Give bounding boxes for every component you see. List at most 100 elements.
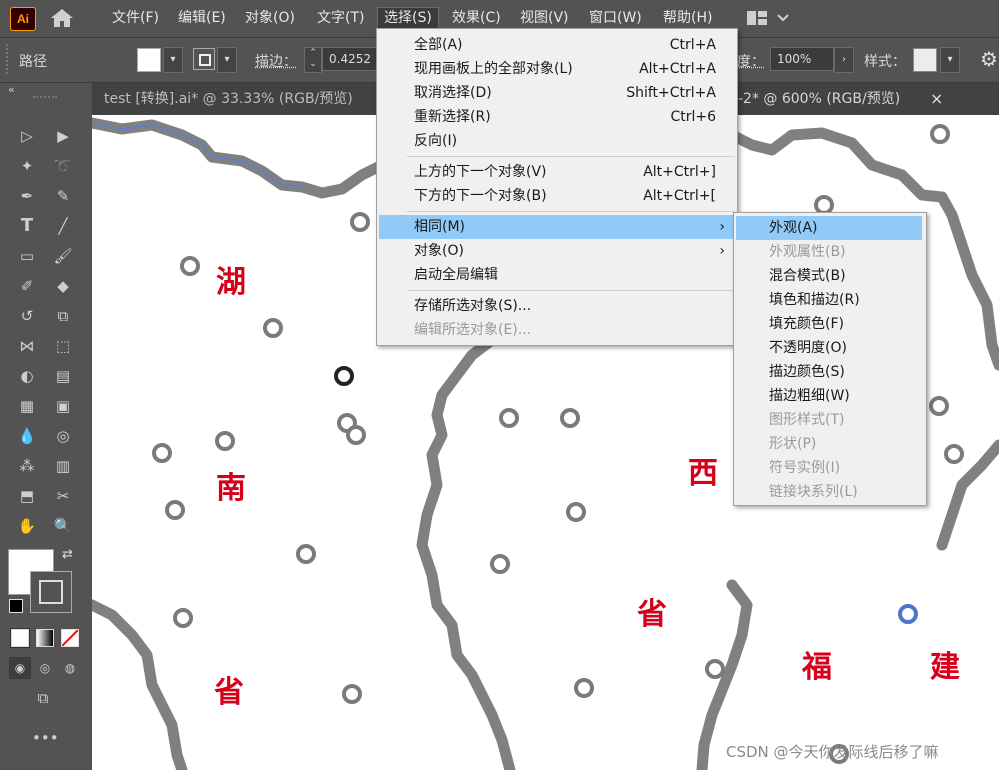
menu-file[interactable]: 文件(F): [106, 0, 165, 36]
scale-tool-icon[interactable]: ⧉: [52, 305, 74, 327]
city-marker[interactable]: [180, 256, 200, 276]
stroke-dropdown[interactable]: ▾: [217, 47, 237, 73]
opacity-arrow[interactable]: ›: [834, 47, 854, 73]
city-marker[interactable]: [263, 318, 283, 338]
paintbrush-icon[interactable]: 🖌: [52, 245, 74, 267]
artboard-tool-icon[interactable]: ⬒: [16, 485, 38, 507]
submenu-item-stroke-weight[interactable]: 描边粗细(W): [734, 384, 924, 408]
menu-item-next-object-above[interactable]: 上方的下一个对象(V) Alt+Ctrl+]: [377, 160, 737, 184]
city-marker[interactable]: [490, 554, 510, 574]
tab-document-2[interactable]: -2* @ 600% (RGB/预览): [738, 83, 900, 115]
province-label[interactable]: 湖: [216, 257, 246, 301]
draw-normal-icon[interactable]: ◉: [9, 657, 31, 679]
rotate-tool-icon[interactable]: ↺: [16, 305, 38, 327]
swap-fill-stroke-icon[interactable]: ⇄: [62, 547, 73, 562]
symbol-sprayer-icon[interactable]: ⁂: [16, 455, 38, 477]
menu-item-select-all-artboard[interactable]: 现用画板上的全部对象(L) Alt+Ctrl+A: [377, 57, 737, 81]
direct-selection-tool-icon[interactable]: ▶: [52, 125, 74, 147]
tab-document-1[interactable]: test [转换].ai* @ 33.33% (RGB/预览): [104, 83, 353, 115]
province-label[interactable]: 福: [802, 642, 832, 686]
province-label[interactable]: 南: [216, 463, 246, 507]
city-marker[interactable]: [152, 443, 172, 463]
hand-tool-icon[interactable]: ✋: [16, 515, 38, 537]
city-marker[interactable]: [566, 502, 586, 522]
city-marker[interactable]: [296, 544, 316, 564]
submenu-item-stroke-color[interactable]: 描边颜色(S): [734, 360, 924, 384]
curvature-tool-icon[interactable]: ✎: [52, 185, 74, 207]
home-icon[interactable]: [50, 8, 74, 28]
screen-mode-icon[interactable]: ⧉: [32, 687, 54, 709]
province-label[interactable]: 省: [637, 589, 667, 633]
province-label[interactable]: 建: [930, 642, 960, 686]
workspace-switcher[interactable]: [746, 9, 792, 27]
draw-inside-icon[interactable]: ◍: [59, 657, 81, 679]
magic-wand-icon[interactable]: ✦: [16, 155, 38, 177]
city-marker-selected[interactable]: [898, 604, 918, 624]
gradient-tool-icon[interactable]: ▣: [52, 395, 74, 417]
shaper-tool-icon[interactable]: ✐: [16, 275, 38, 297]
submenu-item-opacity[interactable]: 不透明度(O): [734, 336, 924, 360]
city-marker[interactable]: [560, 408, 580, 428]
province-label[interactable]: 省: [214, 667, 244, 711]
tab-close-button[interactable]: ×: [930, 83, 943, 115]
rectangle-tool-icon[interactable]: ▭: [16, 245, 38, 267]
city-marker[interactable]: [350, 212, 370, 232]
menu-object[interactable]: 对象(O): [239, 0, 301, 36]
line-tool-icon[interactable]: ╱: [52, 215, 74, 237]
default-colors-icon[interactable]: [9, 599, 23, 613]
eyedropper-icon[interactable]: 💧: [16, 425, 38, 447]
city-marker[interactable]: [346, 425, 366, 445]
menu-item-reselect[interactable]: 重新选择(R) Ctrl+6: [377, 105, 737, 129]
lasso-icon[interactable]: ➰: [52, 155, 74, 177]
stroke-stepper[interactable]: ⌃ ⌄: [304, 47, 322, 73]
collapse-icon[interactable]: «: [8, 83, 15, 96]
city-marker[interactable]: [574, 678, 594, 698]
style-swatch[interactable]: [913, 48, 937, 72]
city-marker[interactable]: [929, 396, 949, 416]
style-dropdown[interactable]: ▾: [940, 47, 960, 73]
city-marker[interactable]: [215, 431, 235, 451]
color-mode-button[interactable]: [10, 628, 30, 648]
width-tool-icon[interactable]: ⋈: [16, 335, 38, 357]
city-marker[interactable]: [499, 408, 519, 428]
gradient-mode-button[interactable]: [36, 629, 54, 647]
mesh-tool-icon[interactable]: ▦: [16, 395, 38, 417]
province-label[interactable]: 西: [688, 448, 718, 492]
city-marker[interactable]: [342, 684, 362, 704]
menu-item-global-edit[interactable]: 启动全局编辑: [377, 263, 737, 287]
settings-icon[interactable]: ⚙: [980, 48, 999, 70]
column-graph-icon[interactable]: ▥: [52, 455, 74, 477]
submenu-item-fill-color[interactable]: 填充颜色(F): [734, 312, 924, 336]
draw-behind-icon[interactable]: ◎: [34, 657, 56, 679]
city-marker[interactable]: [944, 444, 964, 464]
stroke-color-box[interactable]: [30, 571, 72, 613]
menu-item-save-selection[interactable]: 存储所选对象(S)...: [377, 294, 737, 318]
opacity-input[interactable]: 100%: [770, 47, 834, 71]
menu-select[interactable]: 选择(S): [377, 7, 439, 29]
menu-edit[interactable]: 编辑(E): [172, 0, 232, 36]
stroke-swatch[interactable]: [193, 48, 215, 70]
menu-item-object[interactable]: 对象(O) ›: [377, 239, 737, 263]
eraser-icon[interactable]: ◆: [52, 275, 74, 297]
zoom-tool-icon[interactable]: 🔍: [52, 515, 74, 537]
city-marker-selected[interactable]: [334, 366, 354, 386]
fill-swatch[interactable]: [137, 48, 161, 72]
menu-item-deselect[interactable]: 取消选择(D) Shift+Ctrl+A: [377, 81, 737, 105]
submenu-item-fill-and-stroke[interactable]: 填色和描边(R): [734, 288, 924, 312]
slice-tool-icon[interactable]: ✂: [52, 485, 74, 507]
menu-item-inverse[interactable]: 反向(I): [377, 129, 737, 153]
menu-item-next-object-below[interactable]: 下方的下一个对象(B) Alt+Ctrl+[: [377, 184, 737, 208]
none-mode-button[interactable]: [61, 629, 79, 647]
stroke-weight-input[interactable]: 0.4252: [322, 47, 380, 71]
city-marker[interactable]: [930, 124, 950, 144]
submenu-item-blending-mode[interactable]: 混合模式(B): [734, 264, 924, 288]
fill-dropdown[interactable]: ▾: [163, 47, 183, 73]
free-transform-icon[interactable]: ⬚: [52, 335, 74, 357]
type-tool-icon[interactable]: T: [16, 215, 38, 237]
menu-item-same[interactable]: 相同(M) ›: [379, 215, 735, 239]
city-marker[interactable]: [165, 500, 185, 520]
pen-tool-icon[interactable]: ✒: [16, 185, 38, 207]
blend-tool-icon[interactable]: ◎: [52, 425, 74, 447]
perspective-grid-icon[interactable]: ▤: [52, 365, 74, 387]
menu-item-select-all[interactable]: 全部(A) Ctrl+A: [377, 33, 737, 57]
